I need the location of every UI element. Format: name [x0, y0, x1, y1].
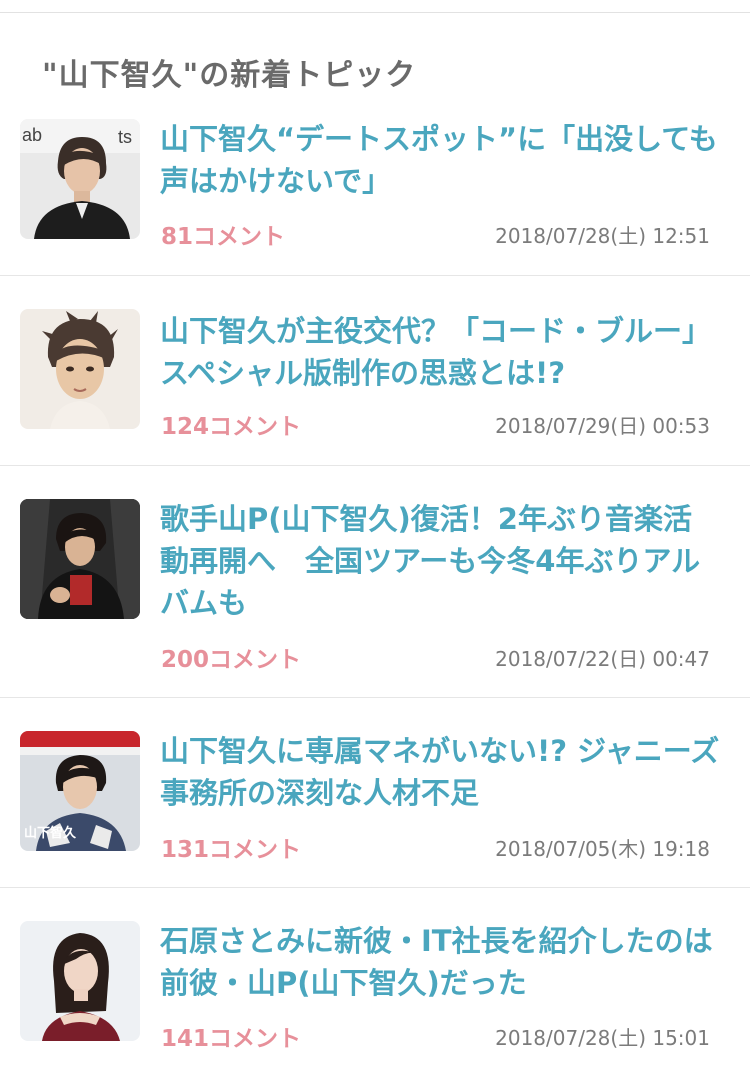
topic-thumbnail[interactable]: ab ts [20, 119, 140, 239]
top-divider [0, 12, 750, 13]
topic-thumbnail[interactable] [20, 499, 140, 619]
topic-thumbnail[interactable] [20, 921, 140, 1041]
comment-count[interactable]: 124コメント [161, 407, 301, 441]
topic-title-link[interactable]: 歌手山P(山下智久)復活！2年ぶり音楽活動再開へ 全国ツアーも今冬4年ぶりアルバ… [160, 498, 720, 624]
thumb-caption: 山下智久 [24, 825, 77, 841]
svg-text:ts: ts [118, 127, 132, 147]
person-photo-icon: ab ts [20, 119, 140, 239]
comment-count[interactable]: 81コメント [161, 217, 285, 251]
topic-date: 2018/07/29(日) 00:53 [495, 414, 710, 438]
topic-divider [0, 465, 750, 466]
person-illustration-icon [20, 309, 140, 429]
comment-count[interactable]: 131コメント [161, 830, 301, 864]
topic-date: 2018/07/28(土) 12:51 [495, 224, 710, 248]
topic-thumbnail[interactable]: 山下智久 [20, 731, 140, 851]
comment-count[interactable]: 141コメント [161, 1019, 301, 1053]
comment-count[interactable]: 200コメント [161, 640, 301, 674]
topic-divider [0, 697, 750, 698]
topic-thumbnail[interactable] [20, 309, 140, 429]
topic-title-link[interactable]: 山下智久が主役交代？「コード・ブルー」スペシャル版制作の思惑とは!? [160, 310, 720, 394]
topic-date: 2018/07/28(土) 15:01 [495, 1026, 710, 1050]
topic-title-link[interactable]: 山下智久に専属マネがいない!? ジャニーズ事務所の深刻な人材不足 [160, 730, 720, 814]
topic-date: 2018/07/22(日) 00:47 [495, 647, 710, 671]
svg-text:ab: ab [22, 125, 42, 145]
topic-title-link[interactable]: 石原さとみに新彼・IT社長を紹介したのは前彼・山P(山下智久)だった [160, 920, 720, 1004]
person-photo-icon [20, 499, 140, 619]
topic-divider [0, 887, 750, 888]
topic-title-link[interactable]: 山下智久“デートスポット”に「出没しても声はかけないで」 [160, 118, 720, 202]
topic-divider [0, 275, 750, 276]
section-title: "山下智久"の新着トピック [42, 58, 417, 93]
person-photo-icon [20, 921, 140, 1041]
magazine-cover-icon: 山下智久 [20, 731, 140, 851]
topic-date: 2018/07/05(木) 19:18 [495, 837, 710, 861]
